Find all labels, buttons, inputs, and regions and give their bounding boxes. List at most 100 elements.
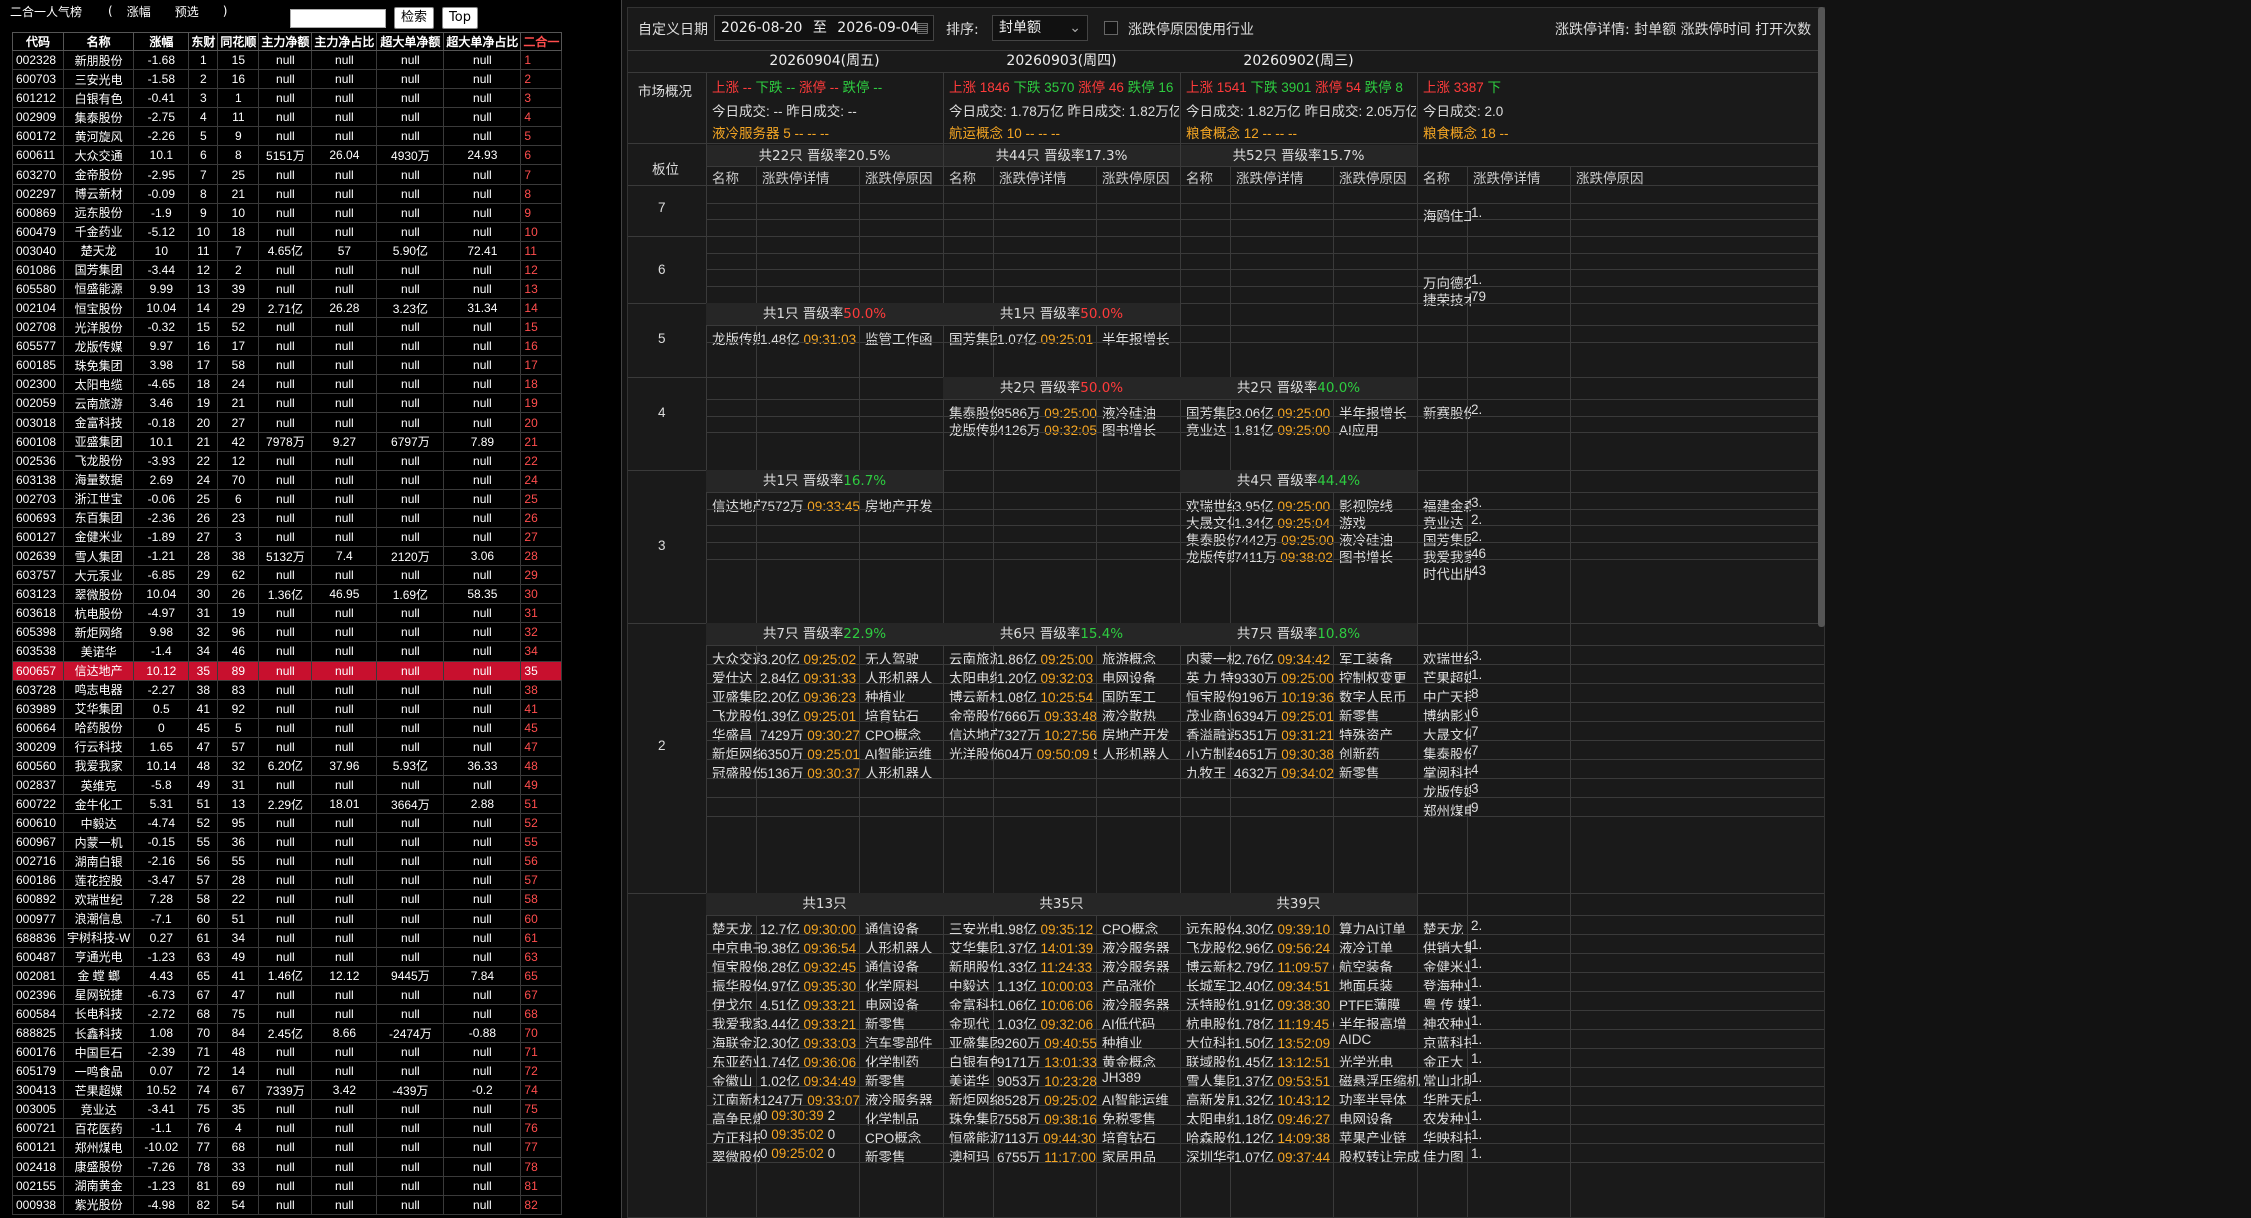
column-header[interactable]: 同花顺 [217, 32, 260, 51]
table-row[interactable]: 600967 内蒙一机 -0.15 55 36 null null null null 55 [12, 832, 563, 853]
table-row[interactable]: 300209 行云科技 1.65 47 57 null null null null 47 [12, 736, 563, 757]
table-row[interactable]: 002716 湖南白银 -2.16 56 55 null null null null 56 [12, 851, 563, 872]
sort-select[interactable]: 封单额 ⌄ [992, 15, 1088, 41]
table-row[interactable]: 002297 博云新材 -0.09 8 21 null null null null 8 [12, 183, 563, 204]
table-row[interactable]: 600479 千金药业 -5.12 10 18 null null null null 10 [12, 221, 563, 242]
table-row[interactable]: 603123 翠微股份 10.04 30 26 1.36亿 46.95 1.69亿 58.35 3… [12, 584, 563, 605]
table-row[interactable]: 600185 珠免集团 3.98 17 58 null null null null 17 [12, 355, 563, 376]
grid-line [706, 1086, 1824, 1087]
table-cell: null [258, 1156, 313, 1177]
tab-yuxuan[interactable]: 预选 [175, 3, 199, 20]
table-row[interactable]: 002300 太阳电缆 -4.65 18 24 null null null null 18 [12, 374, 563, 395]
limit-reason: CPO概念 [865, 728, 922, 743]
table-row[interactable]: 003040 楚天龙 10 11 7 4.65亿 57 5.90亿 72.41 11 [12, 240, 563, 261]
table-row[interactable]: 002536 飞龙股份 -3.93 22 12 null null null null 22 [12, 450, 563, 471]
table-cell: -6.73 [133, 984, 190, 1005]
table-row[interactable]: 600611 大众交通 10.1 6 8 5151万 26.04 4930万 24.93 6 [12, 145, 563, 166]
table-row[interactable]: 603270 金帝股份 -2.95 7 25 null null null null 7 [12, 164, 563, 185]
table-row[interactable]: 002328 新朋股份 -1.68 1 15 null null null null 1 [12, 49, 563, 71]
tab-zhangfu[interactable]: 涨幅 [127, 3, 151, 20]
table-row[interactable]: 688836 宇树科技-W 0.27 61 34 null null null null 61 [12, 927, 563, 948]
stock-detail: 6350万 09:25:01 0 [760, 743, 860, 763]
table-row[interactable]: 688825 长鑫科技 1.08 70 84 2.45亿 8.66 -2474万 -0.88 70 [12, 1022, 563, 1044]
stock-detail: 12.7亿 09:30:00 0 [760, 918, 860, 938]
table-row[interactable]: 605577 龙版传媒 9.97 16 17 null null null null 16 [12, 336, 563, 357]
table-row[interactable]: 600664 哈药股份 0 45 5 null null null null 45 [12, 717, 563, 738]
table-row[interactable]: 600584 长电科技 -2.72 68 75 null null null null 68 [12, 1003, 563, 1024]
date-range-picker[interactable]: 2026-08-20 至 2026-09-04 ▤ [714, 15, 934, 41]
table-row[interactable]: 600121 郑州煤电 -10.02 77 68 null null null null 77 [12, 1137, 563, 1158]
column-header[interactable]: 主力净额 [258, 32, 313, 51]
table-row[interactable]: 603989 艾华集团 0.5 41 92 null null null null 41 [12, 698, 563, 719]
table-row[interactable]: 300413 芒果超媒 10.52 74 67 7339万 3.42 -439万 -0.2 74 [12, 1080, 563, 1101]
search-input[interactable] [290, 9, 386, 28]
table-row[interactable]: 600703 三安光电 -1.58 2 16 null null null null 2 [12, 69, 563, 90]
table-row[interactable]: 600869 远东股份 -1.9 9 10 null null null null 9 [12, 202, 563, 223]
table-cell: 27 [520, 526, 563, 548]
table-row[interactable]: 002639 雪人集团 -1.21 28 38 5132万 7.4 2120万 3.06 28 [12, 546, 563, 567]
table-row[interactable]: 002081 金 螳 螂 4.43 65 41 1.46亿 12.12 9445万 7.84 65 [12, 965, 563, 986]
table-row[interactable]: 600657 信达地产 10.12 35 89 null null null null 35 [12, 660, 563, 681]
table-row[interactable]: 000977 浪潮信息 -7.1 60 51 null null null null 60 [12, 908, 563, 929]
table-cell: 60 [520, 908, 563, 929]
stock-detail: 9171万 13:01:33 2 [997, 1051, 1097, 1071]
table-row[interactable]: 600722 金牛化工 5.31 51 13 2.29亿 18.01 3664万 2.88 51 [12, 794, 563, 815]
table-row[interactable]: 002104 恒宝股份 10.04 14 29 2.71亿 26.28 3.23亿 31.34 1… [12, 298, 563, 319]
table-row[interactable]: 603138 海量数据 2.69 24 70 null null null null 24 [12, 469, 563, 490]
table-row[interactable]: 003018 金富科技 -0.18 20 27 null null null null 20 [12, 412, 563, 433]
vertical-scrollbar[interactable] [1818, 7, 1825, 627]
table-row[interactable]: 603538 美诺华 -1.4 34 46 null null null null 34 [12, 641, 563, 662]
column-header[interactable]: 名称 [62, 32, 135, 51]
table-row[interactable]: 605580 恒盛能源 9.99 13 39 null null null null 13 [12, 278, 563, 300]
table-row[interactable]: 002703 浙江世宝 -0.06 25 6 null null null null 25 [12, 488, 563, 509]
table-row[interactable]: 002837 英维克 -5.8 49 31 null null null null 49 [12, 774, 563, 796]
table-cell: null [258, 984, 313, 1005]
table-row[interactable]: 600487 亨通光电 -1.23 63 49 null null null null 63 [12, 946, 563, 967]
table-row[interactable]: 600693 东百集团 -2.36 26 23 null null null null 26 [12, 507, 563, 528]
table-cell: null [311, 622, 378, 643]
column-header[interactable]: 东财 [188, 32, 219, 51]
search-button[interactable]: 检索 [394, 7, 434, 29]
table-row[interactable]: 600892 欢瑞世纪 7.28 58 22 null null null null 58 [12, 889, 563, 910]
table-row[interactable]: 002059 云南旅游 3.46 19 21 null null null null 19 [12, 393, 563, 414]
column-header[interactable]: 主力净占比 [311, 32, 378, 51]
table-row[interactable]: 603728 鸣志电器 -2.27 38 83 null null null null 38 [12, 679, 563, 700]
column-header[interactable]: 代码 [12, 32, 64, 51]
table-row[interactable]: 002418 康盛股份 -7.26 78 33 null null null null 78 [12, 1156, 563, 1177]
table-row[interactable]: 000938 紫光股份 -4.98 82 54 null null null null 82 [12, 1194, 563, 1215]
column-header[interactable]: 二合一 [520, 32, 563, 51]
table-row[interactable]: 600721 百花医药 -1.1 76 4 null null null null 76 [12, 1118, 563, 1139]
column-header[interactable]: 涨幅 [133, 32, 190, 51]
promotion-summary: 共1只 晋级率16.7% [706, 470, 943, 492]
table-row[interactable]: 600172 黄河旋风 -2.26 5 9 null null null null 5 [12, 126, 563, 147]
summary-text: 共2只 晋级率 [999, 380, 1081, 396]
table-cell: -3.47 [133, 870, 190, 891]
table-row[interactable]: 002708 光洋股份 -0.32 15 52 null null null null 15 [12, 317, 563, 338]
stock-detail: 2.30亿 09:33:03 0 [760, 1032, 860, 1052]
table-row[interactable]: 600560 我爱我家 10.14 48 32 6.20亿 37.96 5.93亿 36.33 4… [12, 755, 563, 776]
column-header[interactable]: 超大单净额 [376, 32, 445, 51]
industry-reason-checkbox[interactable] [1104, 21, 1118, 35]
table-row[interactable]: 600176 中国巨石 -2.39 71 48 null null null null 71 [12, 1042, 563, 1063]
table-row[interactable]: 603618 杭电股份 -4.97 31 19 null null null null 31 [12, 603, 563, 624]
table-row[interactable]: 605179 一鸣食品 0.07 72 14 null null null null 72 [12, 1061, 563, 1082]
table-row[interactable]: 002396 星网锐捷 -6.73 67 47 null null null null 67 [12, 984, 563, 1005]
table-row[interactable]: 600127 金健米业 -1.89 27 3 null null null null 27 [12, 526, 563, 548]
table-cell: 5 [217, 717, 260, 738]
table-cell: null [258, 202, 313, 223]
table-cell: 10.1 [133, 145, 190, 166]
table-row[interactable]: 003005 竞业达 -3.41 75 35 null null null null 75 [12, 1099, 563, 1120]
table-row[interactable]: 605398 新炬网络 9.98 32 96 null null null null 32 [12, 622, 563, 643]
table-row[interactable]: 002155 湖南黄金 -1.23 81 69 null null null null 81 [12, 1175, 563, 1196]
column-header[interactable]: 超大单净占比 [443, 32, 522, 51]
stock-detail: 4651万 09:30:38 1 [1234, 743, 1334, 763]
stock-seal: 9 [1471, 800, 1479, 815]
table-row[interactable]: 601086 国芳集团 -3.44 12 2 null null null null 12 [12, 259, 563, 280]
table-row[interactable]: 002909 集泰股份 -2.75 4 11 null null null null 4 [12, 107, 563, 128]
top-button[interactable]: Top [442, 7, 478, 29]
table-row[interactable]: 603757 大元泵业 -6.85 29 62 null null null null 29 [12, 565, 563, 586]
table-row[interactable]: 601212 白银有色 -0.41 3 1 null null null null 3 [12, 88, 563, 109]
table-row[interactable]: 600108 亚盛集团 10.1 21 42 7978万 9.27 6797万 7.89 21 [12, 431, 563, 452]
table-row[interactable]: 600610 中毅达 -4.74 52 95 null null null null 52 [12, 813, 563, 834]
table-row[interactable]: 600186 莲花控股 -3.47 57 28 null null null null 57 [12, 870, 563, 891]
